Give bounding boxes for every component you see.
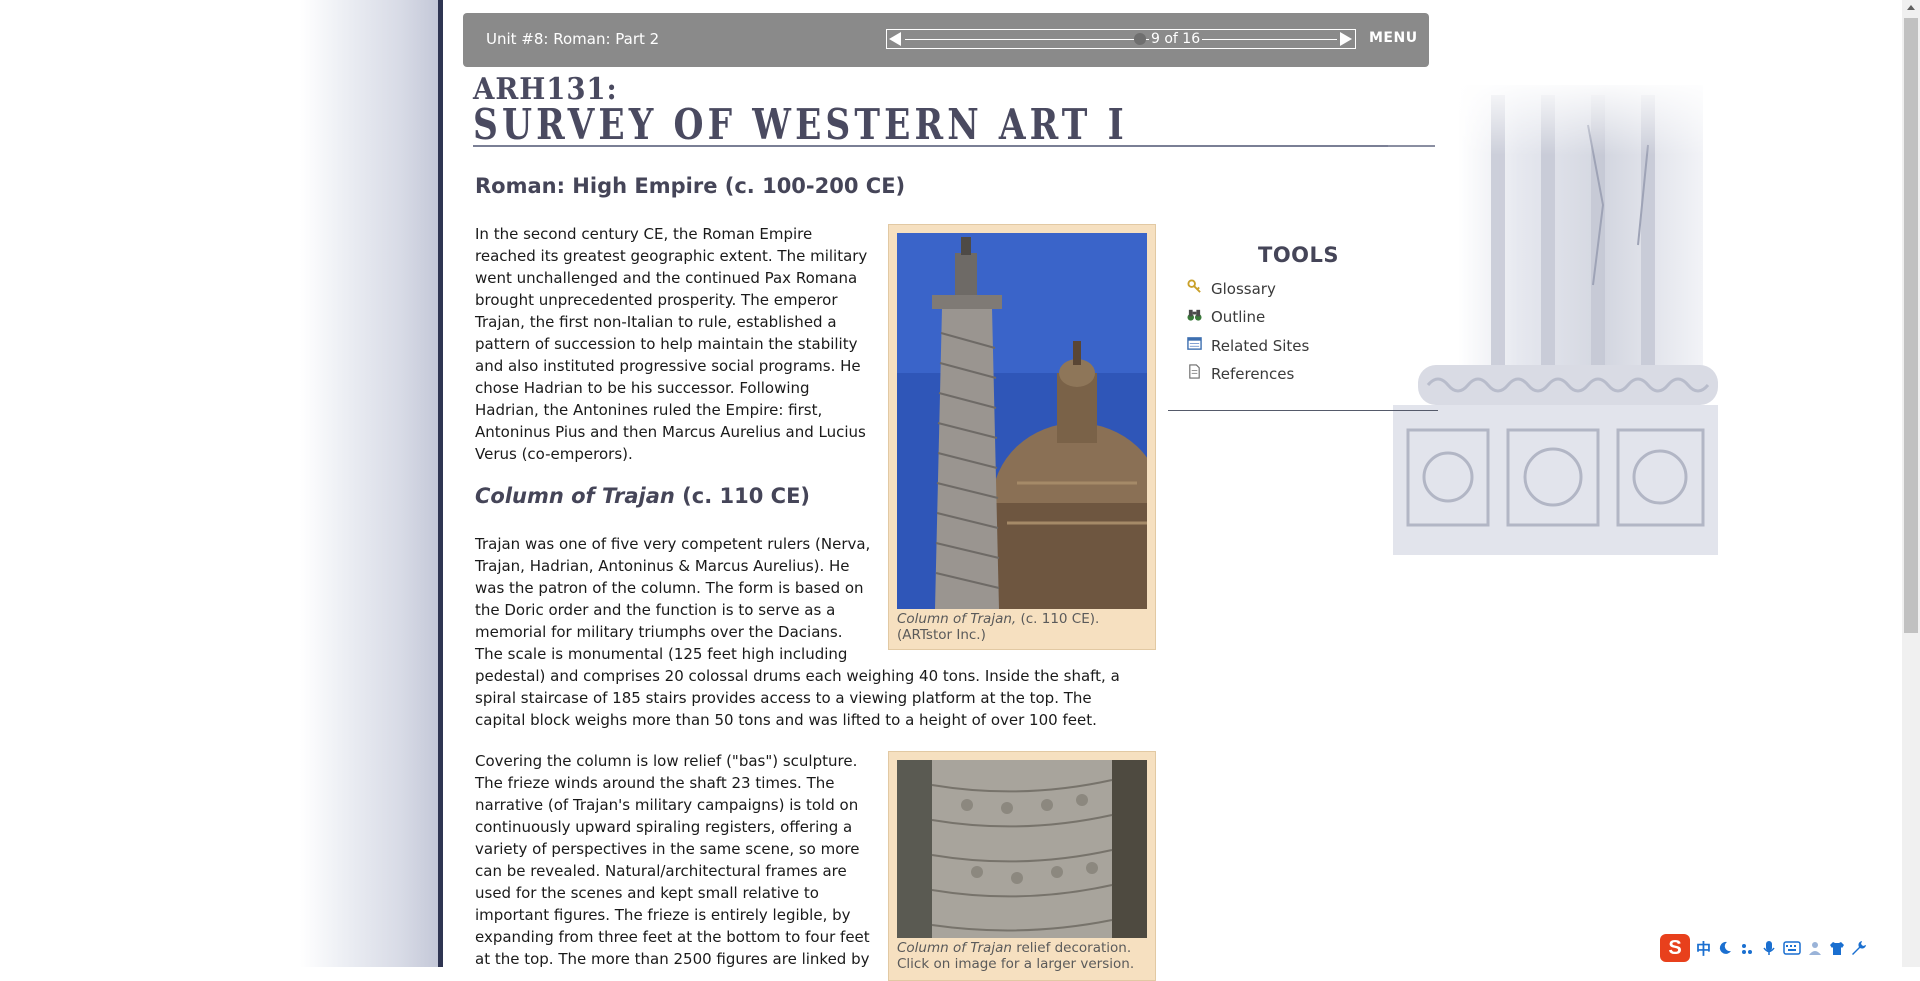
column-of-trajan-photo xyxy=(897,233,1147,609)
unit-title: Unit #8: Roman: Part 2 xyxy=(486,30,660,48)
tool-related-sites-link[interactable]: Related Sites xyxy=(1187,336,1309,355)
keyboard-icon[interactable] xyxy=(1783,941,1801,955)
tool-glossary-link[interactable]: Glossary xyxy=(1187,278,1276,298)
slider-handle[interactable] xyxy=(1134,33,1146,45)
paragraph-2b: pedestal) and comprises 20 colossal drum… xyxy=(475,667,1120,729)
moon-icon[interactable] xyxy=(1717,940,1733,956)
left-divider xyxy=(438,0,443,967)
header-divider xyxy=(473,145,1435,147)
page-indicator: 9 of 16 xyxy=(1149,31,1203,47)
intro-paragraph: In the second century CE, the Roman Empi… xyxy=(475,225,868,463)
tool-related-sites-label[interactable]: Related Sites xyxy=(1211,337,1309,355)
course-title: SURVEY OF WESTERN ART I xyxy=(473,100,1128,149)
figure-1-caption-title: Column of Trajan, xyxy=(897,611,1017,627)
section-heading: Roman: High Empire (c. 100-200 CE) xyxy=(475,174,906,198)
punctuation-icon[interactable] xyxy=(1739,940,1755,956)
figure-relief-decoration[interactable]: Column of Trajan relief decoration. Clic… xyxy=(888,751,1156,981)
tools-divider xyxy=(1168,410,1438,411)
paragraph-3: Covering the column is low relief ("bas"… xyxy=(475,752,870,968)
skin-shirt-icon[interactable] xyxy=(1829,940,1845,956)
tool-glossary-label[interactable]: Glossary xyxy=(1211,280,1276,298)
relief-decoration-photo[interactable] xyxy=(897,760,1147,938)
binoculars-icon xyxy=(1187,309,1202,321)
subheading: Column of Trajan (c. 110 CE) xyxy=(475,484,810,508)
paragraph-2a: Trajan was one of five very competent ru… xyxy=(475,535,871,663)
browser-window-icon xyxy=(1187,336,1202,350)
column-decoration-image xyxy=(1388,85,1718,555)
next-page-icon[interactable] xyxy=(1340,32,1352,46)
vertical-scrollbar[interactable] xyxy=(1902,0,1920,967)
tool-outline-label[interactable]: Outline xyxy=(1211,308,1265,326)
user-icon[interactable] xyxy=(1807,940,1823,956)
figure-column-of-trajan: Column of Trajan, (c. 110 CE). (ARTstor … xyxy=(888,224,1156,650)
figure-2-caption-title: Column of Trajan xyxy=(897,940,1012,956)
wrench-icon[interactable] xyxy=(1851,940,1867,956)
key-icon xyxy=(1187,278,1201,293)
page-slider[interactable]: 9 of 16 xyxy=(886,29,1356,49)
left-gutter xyxy=(0,0,441,967)
tool-references-link[interactable]: References xyxy=(1187,363,1294,383)
figure-2-caption: Column of Trajan relief decoration. Clic… xyxy=(897,940,1149,972)
scrollbar-thumb[interactable] xyxy=(1904,18,1918,633)
slider-track xyxy=(905,39,1337,40)
tools-title: TOOLS xyxy=(1258,243,1340,267)
subheading-date: (c. 110 CE) xyxy=(674,484,811,508)
microphone-icon[interactable] xyxy=(1761,940,1777,956)
scroll-up-icon[interactable] xyxy=(1907,5,1915,10)
ime-mode-toggle[interactable]: 中 xyxy=(1696,938,1711,959)
figure-1-caption: Column of Trajan, (c. 110 CE). (ARTstor … xyxy=(897,611,1149,643)
prev-page-icon[interactable] xyxy=(889,32,901,46)
tool-outline-link[interactable]: Outline xyxy=(1187,308,1265,326)
ime-logo-icon[interactable]: S xyxy=(1660,934,1690,962)
subheading-italic: Column of Trajan xyxy=(475,484,675,508)
top-nav-bar: Unit #8: Roman: Part 2 9 of 16 MENU xyxy=(463,13,1429,67)
tool-references-label[interactable]: References xyxy=(1211,365,1294,383)
ime-toolbar[interactable]: S 中 xyxy=(1660,932,1902,964)
document-icon xyxy=(1189,363,1200,379)
menu-button[interactable]: MENU xyxy=(1369,30,1429,46)
